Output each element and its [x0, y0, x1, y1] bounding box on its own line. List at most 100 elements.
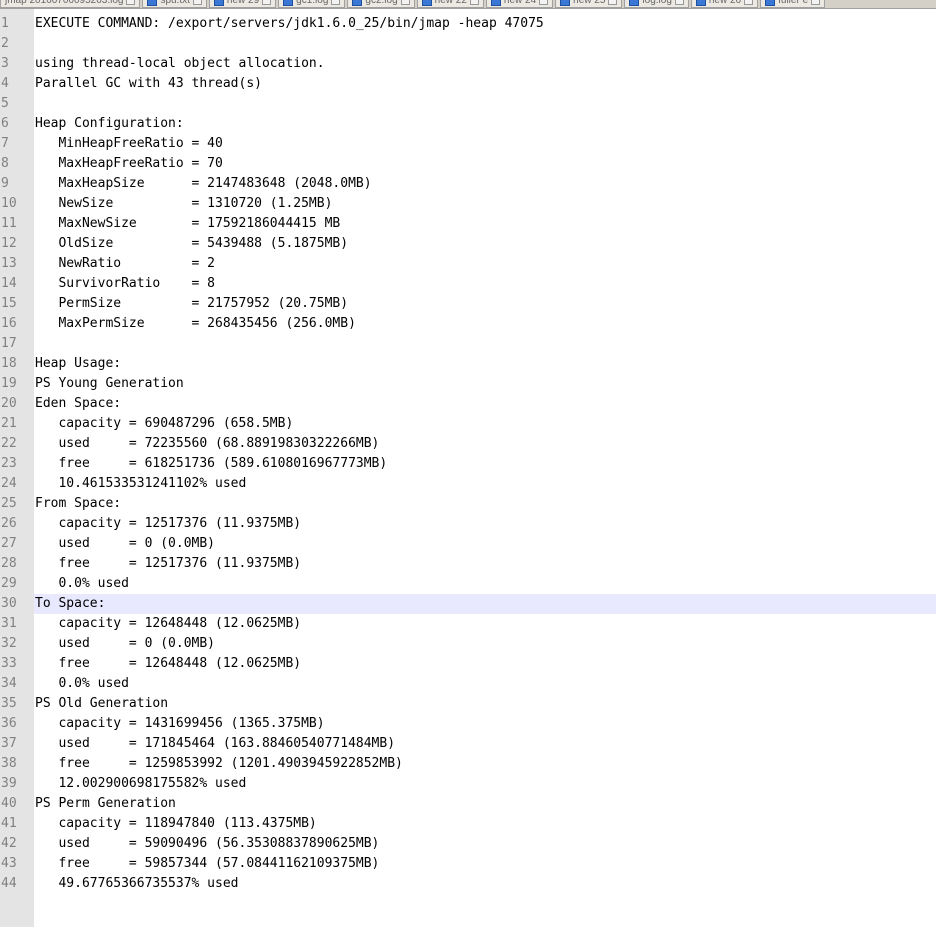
editor-line[interactable]: 14 SurvivorRatio = 8 [0, 274, 936, 294]
line-text: capacity = 118947840 (113.4375MB) [35, 816, 317, 831]
tab-1[interactable]: spu.txt [142, 0, 207, 8]
editor-line[interactable]: 36 capacity = 1431699456 (1365.375MB) [0, 714, 936, 734]
tab-0[interactable]: jmap 20160706095203.log [0, 0, 141, 8]
file-icon [213, 0, 224, 6]
editor-line[interactable]: 6 Heap Configuration: [0, 114, 936, 134]
tab-close-icon[interactable] [539, 0, 549, 5]
tab-close-icon[interactable] [400, 0, 410, 5]
editor-line[interactable]: 29 0.0% used [0, 574, 936, 594]
editor-line[interactable]: 12 OldSize = 5439488 (5.1875MB) [0, 234, 936, 254]
line-number: 16 [0, 314, 34, 334]
editor-line[interactable]: 25 From Space: [0, 494, 936, 514]
editor-line[interactable]: 2 [0, 34, 936, 54]
editor-line[interactable]: 13 NewRatio = 2 [0, 254, 936, 274]
editor-line[interactable]: 34 0.0% used [0, 674, 936, 694]
tab-label: new 29 [226, 0, 260, 6]
line-text: capacity = 690487296 (658.5MB) [35, 416, 294, 431]
line-text: SurvivorRatio = 8 [35, 276, 216, 291]
line-number: 6 [0, 114, 34, 134]
editor-line[interactable]: 3 using thread-local object allocation. [0, 54, 936, 74]
editor-line[interactable]: 28 free = 12517376 (11.9375MB) [0, 554, 936, 574]
editor-line[interactable]: 19 PS Young Generation [0, 374, 936, 394]
line-number: 34 [0, 674, 34, 694]
line-text: NewRatio = 2 [35, 256, 216, 271]
editor-line[interactable]: 22 used = 72235560 (68.88919830322266MB) [0, 434, 936, 454]
tab-label: jmap 20160706095203.log [5, 0, 124, 6]
tab-close-icon[interactable] [192, 0, 202, 5]
line-text: 10.461533531241102% used [35, 476, 247, 491]
editor-line[interactable]: 11 MaxNewSize = 17592186044415 MB [0, 214, 936, 234]
editor-line[interactable]: 40 PS Perm Generation [0, 794, 936, 814]
line-text: NewSize = 1310720 (1.25MB) [35, 196, 333, 211]
editor-line[interactable]: 42 used = 59090496 (56.35308837890625MB) [0, 834, 936, 854]
line-number: 41 [0, 814, 34, 834]
editor-line[interactable]: 7 MinHeapFreeRatio = 40 [0, 134, 936, 154]
editor-line[interactable]: 20 Eden Space: [0, 394, 936, 414]
tab-close-icon[interactable] [744, 0, 754, 5]
tab-7[interactable]: new 25 [555, 0, 623, 8]
tab-close-icon[interactable] [331, 0, 341, 5]
tab-close-icon[interactable] [608, 0, 618, 5]
line-text: free = 12648448 (12.0625MB) [35, 656, 302, 671]
editor-line[interactable]: 26 capacity = 12517376 (11.9375MB) [0, 514, 936, 534]
line-text: capacity = 12517376 (11.9375MB) [35, 516, 302, 531]
line-number: 5 [0, 94, 34, 114]
tab-9[interactable]: new 26 [690, 0, 759, 8]
line-text: free = 59857344 (57.08441162109375MB) [35, 856, 380, 871]
line-text: Heap Usage: [35, 356, 122, 371]
editor-line[interactable]: 23 free = 618251736 (589.6108016967773MB… [0, 454, 936, 474]
editor-line[interactable]: 30 To Space: [0, 594, 936, 614]
editor-line[interactable]: 38 free = 1259853992 (1201.4903945922852… [0, 754, 936, 774]
editor-line[interactable]: 9 MaxHeapSize = 2147483648 (2048.0MB) [0, 174, 936, 194]
line-number: 26 [0, 514, 34, 534]
tab-2[interactable]: new 29 [208, 0, 277, 8]
tab-label: fuller e [778, 0, 809, 6]
line-text: PS Young Generation [35, 376, 184, 391]
line-text: MaxHeapFreeRatio = 70 [35, 156, 223, 171]
tab-4[interactable]: gc2.log [347, 0, 415, 8]
editor-line[interactable]: 5 [0, 94, 936, 114]
editor-line[interactable]: 41 capacity = 118947840 (113.4375MB) [0, 814, 936, 834]
editor-line[interactable]: 37 used = 171845464 (163.88460540771484M… [0, 734, 936, 754]
line-number: 17 [0, 334, 34, 354]
tab-label: log.log [642, 0, 672, 6]
editor-line[interactable]: 24 10.461533531241102% used [0, 474, 936, 494]
text-editor[interactable]: 1 EXECUTE COMMAND: /export/servers/jdk1.6… [0, 9, 936, 927]
line-text: used = 0 (0.0MB) [35, 536, 216, 551]
tab-3[interactable]: gc1.log [278, 0, 346, 8]
tab-close-icon[interactable] [126, 0, 136, 5]
editor-line[interactable]: 16 MaxPermSize = 268435456 (256.0MB) [0, 314, 936, 334]
editor-line[interactable]: 27 used = 0 (0.0MB) [0, 534, 936, 554]
editor-line[interactable]: 35 PS Old Generation [0, 694, 936, 714]
tab-10[interactable]: fuller e [760, 0, 826, 8]
file-icon [283, 0, 294, 6]
editor-line[interactable]: 21 capacity = 690487296 (658.5MB) [0, 414, 936, 434]
line-number: 14 [0, 274, 34, 294]
tab-5[interactable]: new 22 [416, 0, 484, 8]
editor-line[interactable]: 43 free = 59857344 (57.08441162109375MB) [0, 854, 936, 874]
line-number: 38 [0, 754, 34, 774]
editor-line[interactable]: 44 49.67765366735537% used [0, 874, 936, 894]
editor-line[interactable]: 4 Parallel GC with 43 thread(s) [0, 74, 936, 94]
editor-line[interactable]: 1 EXECUTE COMMAND: /export/servers/jdk1.6… [0, 14, 936, 34]
editor-line[interactable]: 39 12.002900698175582% used [0, 774, 936, 794]
editor-line[interactable]: 31 capacity = 12648448 (12.0625MB) [0, 614, 936, 634]
editor-line[interactable]: 18 Heap Usage: [0, 354, 936, 374]
editor-line[interactable]: 33 free = 12648448 (12.0625MB) [0, 654, 936, 674]
tab-close-icon[interactable] [674, 0, 684, 5]
file-icon [147, 0, 158, 6]
editor-line[interactable]: 10 NewSize = 1310720 (1.25MB) [0, 194, 936, 214]
editor-line[interactable]: 15 PermSize = 21757952 (20.75MB) [0, 294, 936, 314]
line-number: 22 [0, 434, 34, 454]
line-text: OldSize = 5439488 (5.1875MB) [35, 236, 349, 251]
tab-6[interactable]: new 24 [485, 0, 554, 8]
file-icon [352, 0, 363, 6]
tab-8[interactable]: log.log [624, 0, 689, 8]
tab-close-icon[interactable] [469, 0, 479, 5]
editor-line[interactable]: 32 used = 0 (0.0MB) [0, 634, 936, 654]
editor-line[interactable]: 8 MaxHeapFreeRatio = 70 [0, 154, 936, 174]
line-number: 4 [0, 74, 34, 94]
tab-close-icon[interactable] [262, 0, 272, 5]
tab-close-icon[interactable] [811, 0, 821, 5]
editor-line[interactable]: 17 [0, 334, 936, 354]
